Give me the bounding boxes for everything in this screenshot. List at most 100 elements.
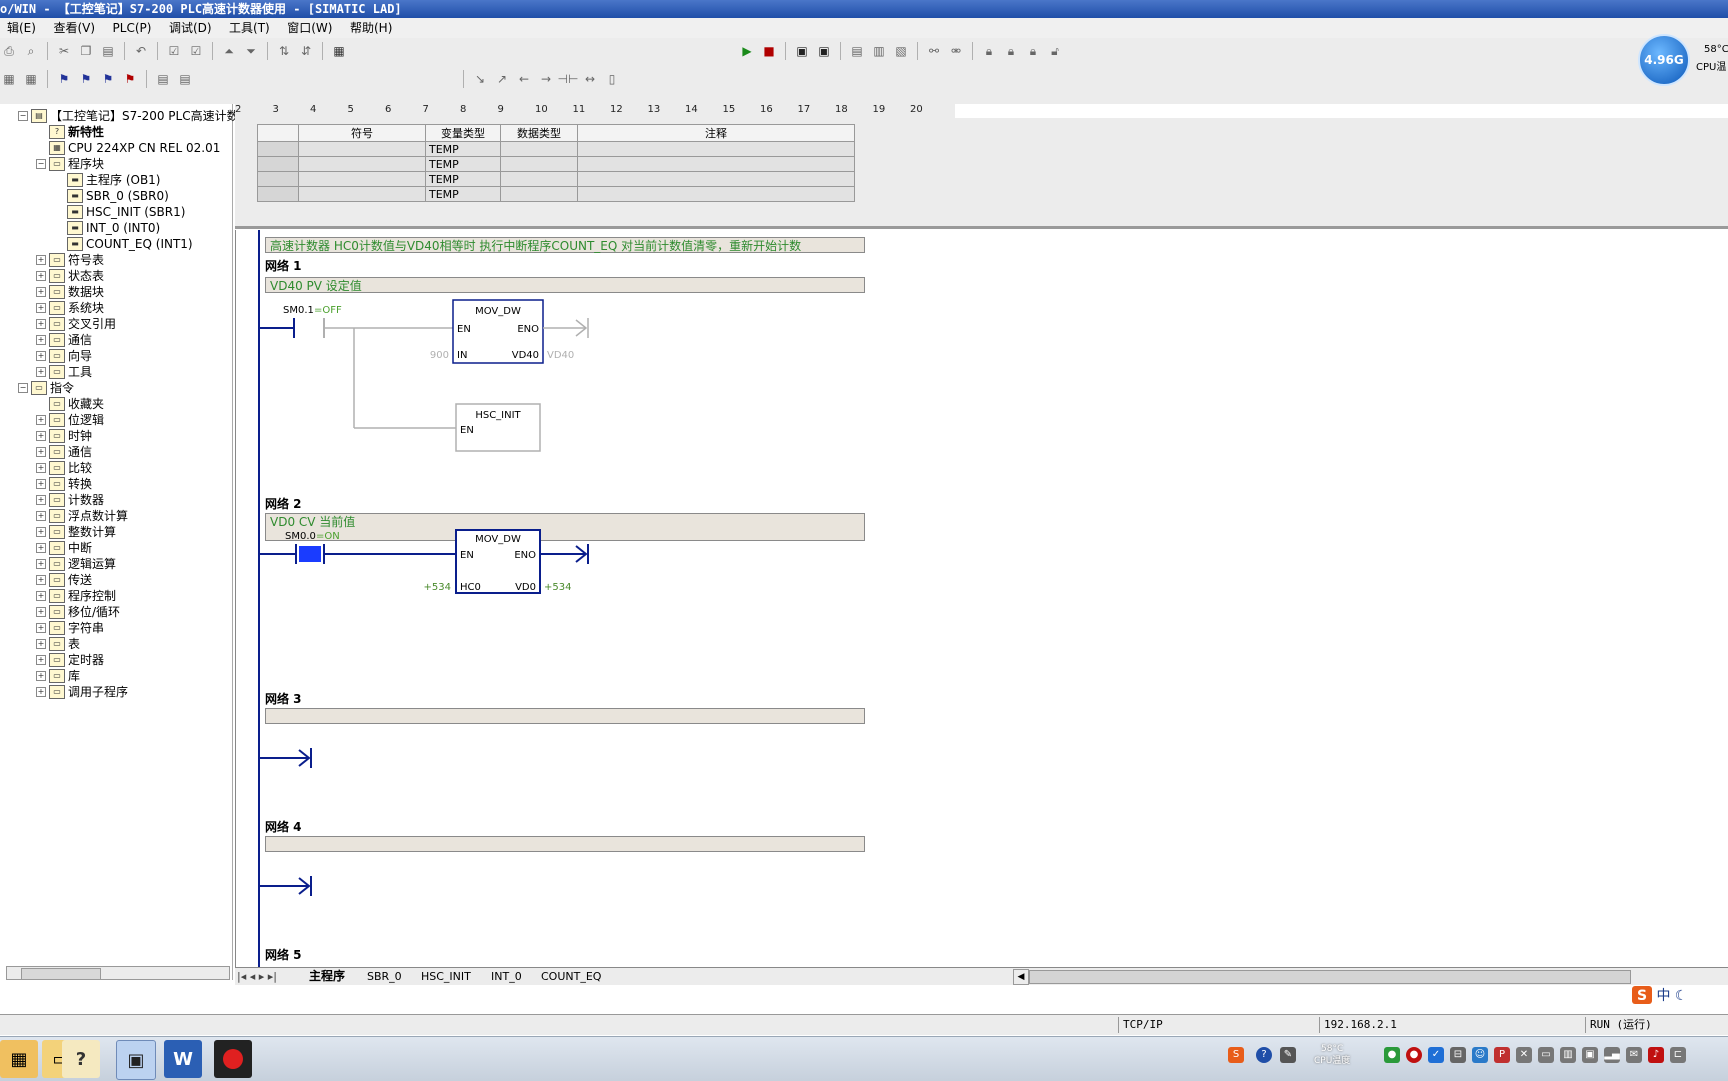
tree-item[interactable]: + ▭ 程序控制 <box>36 588 116 604</box>
tree-item[interactable]: + ▭ 通信 <box>36 332 92 348</box>
expand-icon[interactable]: + <box>36 511 46 521</box>
users-tray-icon[interactable]: ☺ <box>1472 1047 1488 1063</box>
options-icon[interactable]: ▦ <box>330 42 348 60</box>
chat-tray-icon[interactable]: ✉ <box>1626 1047 1642 1063</box>
print-icon[interactable]: ⎙ <box>0 42 18 60</box>
n1-contact-address[interactable]: SM0.1 <box>283 305 314 316</box>
tab-main[interactable]: 主程序 <box>309 969 345 984</box>
tree-item[interactable]: − ▭ 程序块 <box>36 156 104 172</box>
sogou-tray-icon[interactable]: S <box>1228 1047 1244 1063</box>
col-symbol[interactable]: 符号 <box>298 124 426 142</box>
col-comment[interactable]: 注释 <box>577 124 855 142</box>
copy-icon[interactable]: ❐ <box>77 42 95 60</box>
expand-icon[interactable]: + <box>36 431 46 441</box>
expand-icon[interactable]: + <box>36 271 46 281</box>
tree-item[interactable]: + ▭ 调用子程序 <box>36 684 128 700</box>
tree-item[interactable]: + ▭ 数据块 <box>36 284 104 300</box>
tree-horizontal-scrollbar[interactable] <box>6 966 230 980</box>
menu-tools[interactable]: 工具(T) <box>222 18 277 38</box>
expand-icon[interactable]: + <box>36 287 46 297</box>
lock-icon[interactable]: 🔒︎ <box>980 42 998 60</box>
cut-icon[interactable]: ✂ <box>55 42 73 60</box>
tree-item[interactable]: +▬INT_0 (INT0) <box>54 220 160 236</box>
expand-icon[interactable]: + <box>36 255 46 265</box>
tools-tray-icon[interactable]: ✕ <box>1516 1047 1532 1063</box>
menu-help[interactable]: 帮助(H) <box>343 18 399 38</box>
tab-hsc-init[interactable]: HSC_INIT <box>421 969 471 984</box>
expand-icon[interactable]: + <box>36 623 46 633</box>
tree-item[interactable]: + ▭ 库 <box>36 668 80 684</box>
ime-toolbar[interactable]: S 中 ☾ <box>1632 986 1728 1006</box>
collapse-icon[interactable]: − <box>36 159 46 169</box>
paste-icon[interactable]: ▤ <box>99 42 117 60</box>
menu-window[interactable]: 窗口(W) <box>280 18 339 38</box>
line-right-icon[interactable]: → <box>537 70 555 88</box>
remove-bookmarks-icon[interactable]: ⚑ <box>121 70 139 88</box>
menu-view[interactable]: 查看(V) <box>46 18 102 38</box>
tree-item[interactable]: + ▭ 移位/循环 <box>36 604 120 620</box>
recorder-tray-icon[interactable]: ● <box>1406 1047 1422 1063</box>
step7-app-icon[interactable]: ▣ <box>116 1040 156 1080</box>
tree-item[interactable]: + ▭ 符号表 <box>36 252 104 268</box>
expand-icon[interactable]: + <box>36 415 46 425</box>
read-forced-icon[interactable]: 🔒︎ <box>1024 42 1042 60</box>
tree-item[interactable]: + ▭ 中断 <box>36 540 92 556</box>
volume-tray-icon[interactable]: ♪ <box>1648 1047 1664 1063</box>
expand-icon[interactable]: + <box>36 351 46 361</box>
download-icon[interactable]: ⏷ <box>242 42 260 60</box>
tree-item[interactable]: +▦CPU 224XP CN REL 02.01 <box>36 140 220 156</box>
single-read-icon[interactable]: ▥ <box>870 42 888 60</box>
stop-icon[interactable]: ■ <box>760 42 778 60</box>
tree-item[interactable]: + ▭ 向导 <box>36 348 92 364</box>
tree-item[interactable]: + ▭ 时钟 <box>36 428 92 444</box>
print-preview-icon[interactable]: ⌕ <box>22 42 40 60</box>
system-monitor-widget[interactable]: 4.96G 58°C CPU温 <box>1638 34 1728 86</box>
next-bookmark-icon[interactable]: ⚑ <box>77 70 95 88</box>
sort-desc-icon[interactable]: ⇵ <box>297 42 315 60</box>
bars-tray-icon[interactable]: ▥ <box>1560 1047 1576 1063</box>
tree-item[interactable]: + ▭ 传送 <box>36 572 92 588</box>
menu-edit[interactable]: 辑(E) <box>0 18 43 38</box>
n2-contact-address[interactable]: SM0.0 <box>285 531 316 542</box>
explorer-icon[interactable]: ▦ <box>0 1040 38 1078</box>
tree-scroll-thumb[interactable] <box>21 968 101 980</box>
tree-item[interactable]: + ▭ 逻辑运算 <box>36 556 116 572</box>
tree-item[interactable]: − ▭ 指令 <box>18 380 74 396</box>
expand-icon[interactable]: + <box>36 671 46 681</box>
upload-icon[interactable]: ⏶ <box>220 42 238 60</box>
compile-icon[interactable]: ☑ <box>165 42 183 60</box>
cpu-temp-tray[interactable]: 58°C CPU温度 <box>1314 1043 1350 1067</box>
pdf-tray-icon[interactable]: P <box>1494 1047 1510 1063</box>
scroll-left-icon[interactable]: ◀ <box>1013 969 1029 985</box>
tab-scroll-first-icon[interactable]: |◂ ◂ ▸ ▸| <box>237 969 277 984</box>
expand-icon[interactable]: + <box>36 463 46 473</box>
tree-item[interactable]: + ▭ 字符串 <box>36 620 104 636</box>
pen-tray-icon[interactable]: ✎ <box>1280 1047 1296 1063</box>
box-icon[interactable]: ▯ <box>603 70 621 88</box>
sort-asc-icon[interactable]: ⇅ <box>275 42 293 60</box>
ladder-editor[interactable]: 高速计数器 HC0计数值与VD40相等时 执行中断程序COUNT_EQ 对当前计… <box>235 230 1728 967</box>
network-delete-icon[interactable]: ▦ <box>22 70 40 88</box>
record-icon[interactable] <box>214 1040 252 1078</box>
tab-int0[interactable]: INT_0 <box>491 969 522 984</box>
undo-icon[interactable]: ↶ <box>132 42 150 60</box>
editor-scroll-thumb[interactable] <box>1029 970 1631 984</box>
force-icon[interactable]: ⚯ <box>925 42 943 60</box>
contact-icon[interactable]: ⊣⊢ <box>558 70 579 88</box>
signal-tray-icon[interactable]: ▂▄ <box>1604 1047 1620 1063</box>
network-insert-icon[interactable]: ▦ <box>0 70 18 88</box>
menu-plc[interactable]: PLC(P) <box>106 18 159 38</box>
tree-item[interactable]: + ▭ 整数计算 <box>36 524 116 540</box>
tree-item[interactable]: +?新特性 <box>36 124 104 140</box>
program-status-icon[interactable]: ▣ <box>793 42 811 60</box>
expand-icon[interactable]: + <box>36 639 46 649</box>
unforce-all-icon[interactable]: 🔓︎ <box>1046 42 1064 60</box>
expand-icon[interactable]: + <box>36 607 46 617</box>
n1-box1-in-val[interactable]: 900 <box>430 350 449 361</box>
n1-box1-out-val[interactable]: VD40 <box>547 350 574 361</box>
symbol-info-icon[interactable]: ▤ <box>176 70 194 88</box>
table-row[interactable]: TEMP <box>257 156 855 172</box>
expand-icon[interactable]: + <box>36 479 46 489</box>
line-up-icon[interactable]: ↗ <box>493 70 511 88</box>
tree-item[interactable]: + ▭ 交叉引用 <box>36 316 116 332</box>
